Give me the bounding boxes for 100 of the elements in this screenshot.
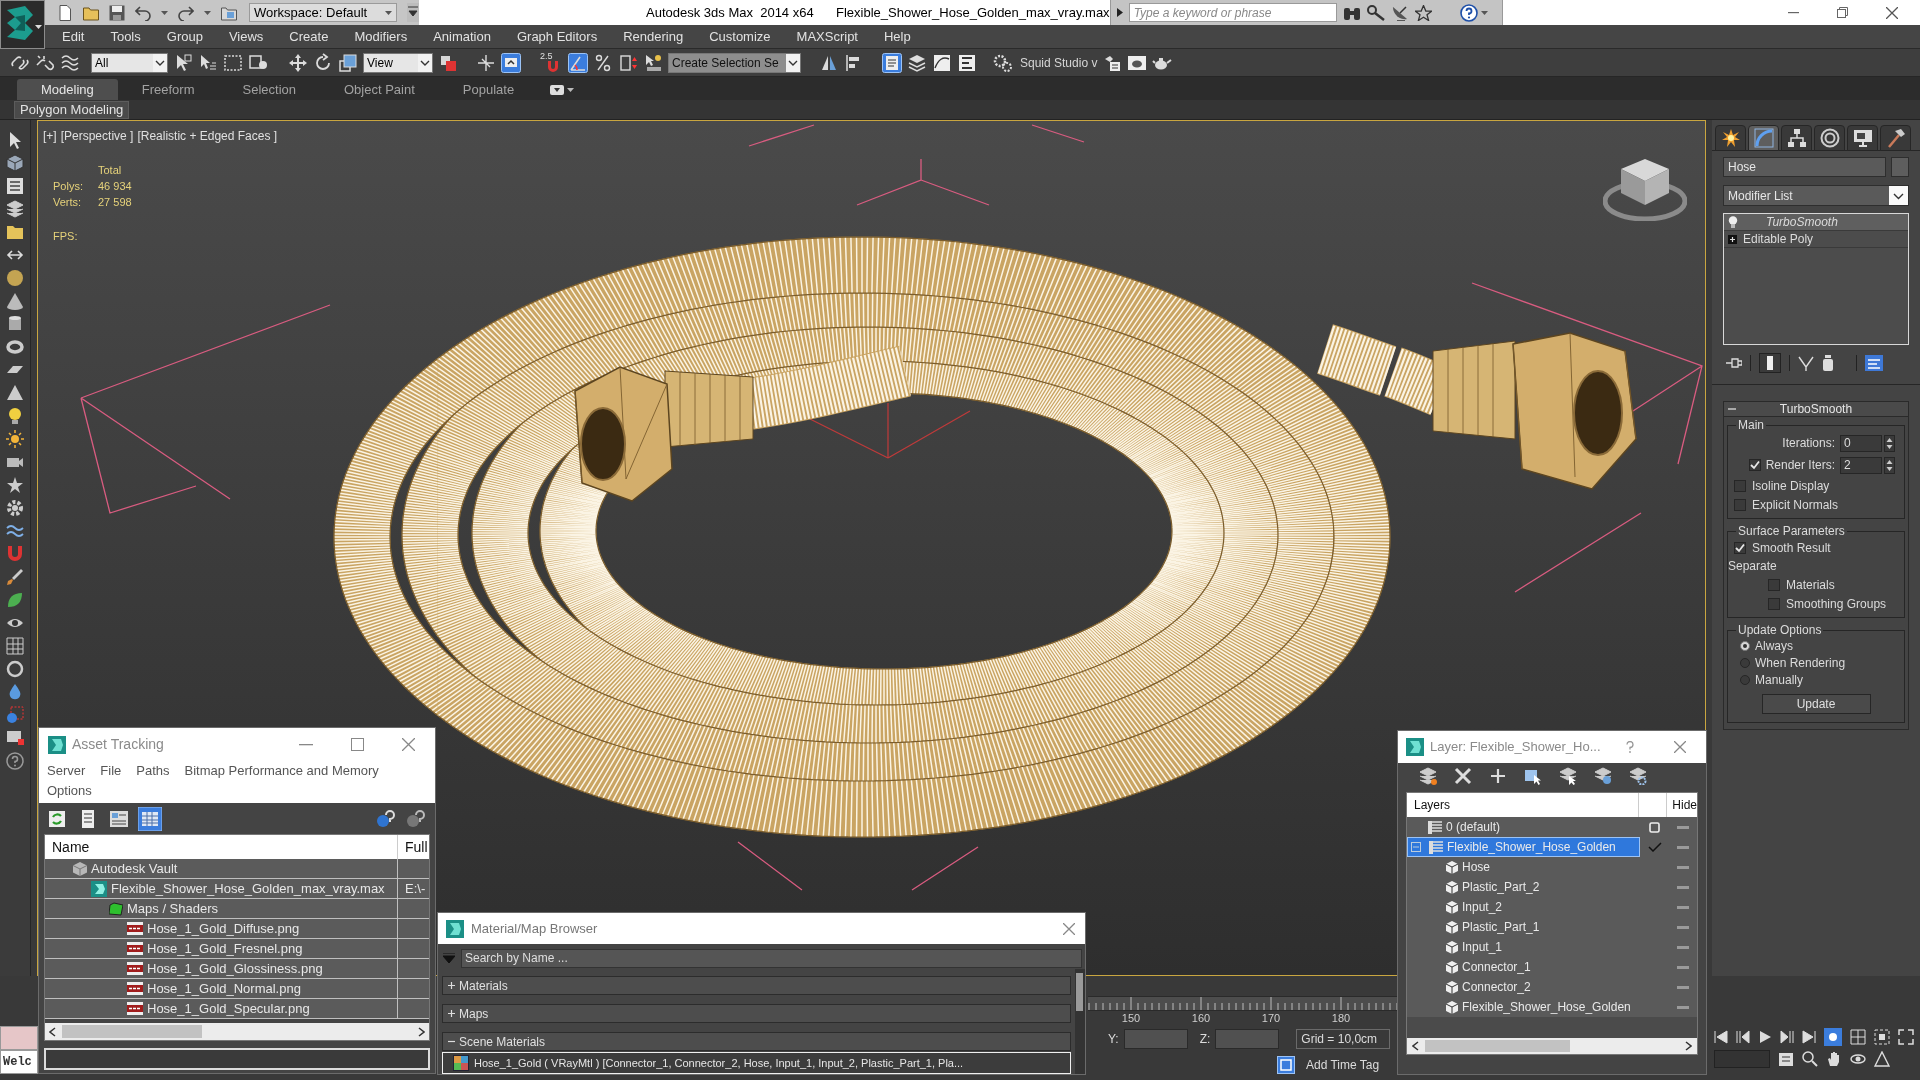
light-bulb-icon[interactable] <box>6 407 24 425</box>
menu-item[interactable]: Graph Editors <box>503 26 611 47</box>
material-item[interactable]: Hose_1_Gold ( VRayMtl ) [Connector_1, Connector_2, Hose, Input_1, Input_2, Plastic_Part_1, Pla... <box>442 1052 1071 1074</box>
command-panel-tab[interactable] <box>1847 125 1878 151</box>
menu-item[interactable]: Views <box>215 26 277 47</box>
close-icon[interactable] <box>1063 922 1075 935</box>
spinner-field[interactable]: 0 <box>1840 434 1882 452</box>
sun-icon[interactable] <box>6 430 24 448</box>
document-list-icon[interactable] <box>882 52 902 73</box>
menu-item[interactable]: Bitmap Performance and Memory <box>184 761 379 781</box>
scroll-right-icon[interactable] <box>418 1026 425 1037</box>
ribbon-panel-label[interactable]: Polygon Modeling <box>14 100 130 119</box>
command-panel-tab[interactable] <box>1814 125 1845 151</box>
command-panel-tab[interactable] <box>1748 125 1779 151</box>
layers-icon[interactable] <box>6 200 24 218</box>
go-to-end-icon[interactable] <box>1802 1030 1816 1044</box>
color-swatch-icon[interactable] <box>1891 157 1909 177</box>
command-panel-tab[interactable] <box>1880 125 1911 151</box>
collapse-box-icon[interactable] <box>1411 842 1421 852</box>
menu-item[interactable]: Group <box>153 26 216 47</box>
tree-item[interactable]: Flexible_Shower_Hose_Golden <box>1407 997 1640 1017</box>
tree-item[interactable]: Hose <box>1407 857 1640 877</box>
tree-item[interactable]: 0 (default) <box>1407 817 1640 837</box>
dropdown-icon[interactable] <box>550 84 565 95</box>
dash-icon[interactable] <box>1677 945 1689 949</box>
wave-icon[interactable] <box>60 52 80 73</box>
checkbox[interactable] <box>1768 597 1780 610</box>
layers-dot-icon[interactable] <box>1594 767 1612 785</box>
cube-icon[interactable] <box>6 154 24 172</box>
pyramid-icon[interactable] <box>6 384 24 402</box>
ribbon-tab[interactable]: Object Paint <box>320 79 439 100</box>
column-header[interactable]: Hide <box>1667 793 1697 817</box>
dash-icon[interactable] <box>1677 905 1689 909</box>
sphere-selection-icon[interactable] <box>6 706 24 724</box>
form-icon[interactable] <box>1778 1051 1794 1067</box>
menu-item[interactable]: Server <box>47 761 86 781</box>
torus-icon[interactable] <box>6 338 24 356</box>
viewport-menu-label[interactable]: [+] <box>43 127 57 145</box>
square-cursor-icon[interactable] <box>1524 767 1542 785</box>
group-header[interactable]: Materials <box>442 976 1071 995</box>
plug-icon[interactable] <box>1726 357 1742 369</box>
selection-filter-dropdown[interactable]: All <box>91 52 168 73</box>
project-folder-icon[interactable] <box>221 4 237 21</box>
menu-item[interactable]: MAXScript <box>783 26 871 47</box>
app-logo-icon[interactable] <box>0 0 45 49</box>
scrollbar-thumb[interactable] <box>1425 1040 1570 1052</box>
object-name-field[interactable]: Hose <box>1723 157 1886 177</box>
coordinate-field[interactable] <box>1123 1029 1188 1049</box>
radio-button[interactable] <box>1740 674 1750 685</box>
gear-icon[interactable] <box>6 499 24 517</box>
zoom-icon[interactable] <box>1802 1051 1818 1067</box>
vertical-bar-icon[interactable] <box>1759 353 1781 373</box>
rotate-icon[interactable] <box>313 52 333 73</box>
horizontal-scrollbar[interactable] <box>45 1023 429 1040</box>
dash-icon[interactable] <box>1677 825 1689 829</box>
radio-button[interactable] <box>1740 640 1750 651</box>
tree-item[interactable]: Connector_2 <box>1407 977 1640 997</box>
menu-item[interactable]: Edit <box>49 26 98 47</box>
text-field[interactable] <box>44 1048 430 1070</box>
table-row[interactable]: Hose_1_Gold_Glossiness.png <box>45 959 429 979</box>
expand-plus-icon[interactable] <box>1728 234 1737 244</box>
command-panel-tab[interactable] <box>1781 125 1812 151</box>
text-lines-icon[interactable] <box>957 52 977 73</box>
column-header[interactable]: Full <box>398 835 429 859</box>
dash-icon[interactable] <box>1677 925 1689 929</box>
menu-item[interactable]: Animation <box>420 26 504 47</box>
next-frame-icon[interactable] <box>1780 1030 1794 1044</box>
close-icon[interactable] <box>1674 741 1686 753</box>
stack-item[interactable]: TurboSmooth <box>1724 214 1908 231</box>
restore-icon[interactable] <box>1837 7 1848 18</box>
menu-item[interactable]: File <box>100 761 122 781</box>
spinner-arrows-icon[interactable] <box>1884 456 1895 474</box>
scrollbar-thumb[interactable] <box>62 1025 202 1038</box>
update-button[interactable]: Update <box>1761 694 1871 714</box>
ring-icon[interactable] <box>6 660 24 678</box>
ribbon-tab[interactable]: Modeling <box>17 79 118 100</box>
menu-item[interactable]: Options <box>47 781 92 801</box>
viewport-menu-label[interactable]: [Realistic + Edged Faces ] <box>137 127 278 145</box>
delete-icon[interactable] <box>1454 767 1472 785</box>
grid-icon[interactable] <box>1850 1029 1866 1045</box>
search-field[interactable]: Type a keyword or phrase <box>1128 3 1337 22</box>
unlink-icon[interactable] <box>35 52 55 73</box>
grid-icon[interactable] <box>6 637 24 655</box>
dash-icon[interactable] <box>1677 865 1689 869</box>
vertical-scrollbar[interactable] <box>1075 969 1085 1074</box>
rollout-header[interactable]: TurboSmooth <box>1723 401 1909 417</box>
tree-item[interactable]: Input_1 <box>1407 937 1640 957</box>
caret-icon[interactable] <box>161 10 168 15</box>
dash-icon[interactable] <box>1677 845 1689 849</box>
command-panel-tab[interactable] <box>1715 125 1746 151</box>
curve-editor-icon[interactable] <box>932 52 952 73</box>
play-icon[interactable] <box>1758 1030 1772 1044</box>
group-header[interactable]: Scene Materials <box>442 1032 1071 1051</box>
undo-icon[interactable] <box>135 4 151 21</box>
eye-icon[interactable] <box>1850 1051 1866 1067</box>
layers-cursor-icon[interactable] <box>1559 767 1577 785</box>
menu-item[interactable]: Rendering <box>610 26 697 47</box>
tree-item[interactable]: Connector_1 <box>1407 957 1640 977</box>
caret-icon[interactable] <box>567 87 575 92</box>
checkbox[interactable] <box>1734 479 1746 492</box>
